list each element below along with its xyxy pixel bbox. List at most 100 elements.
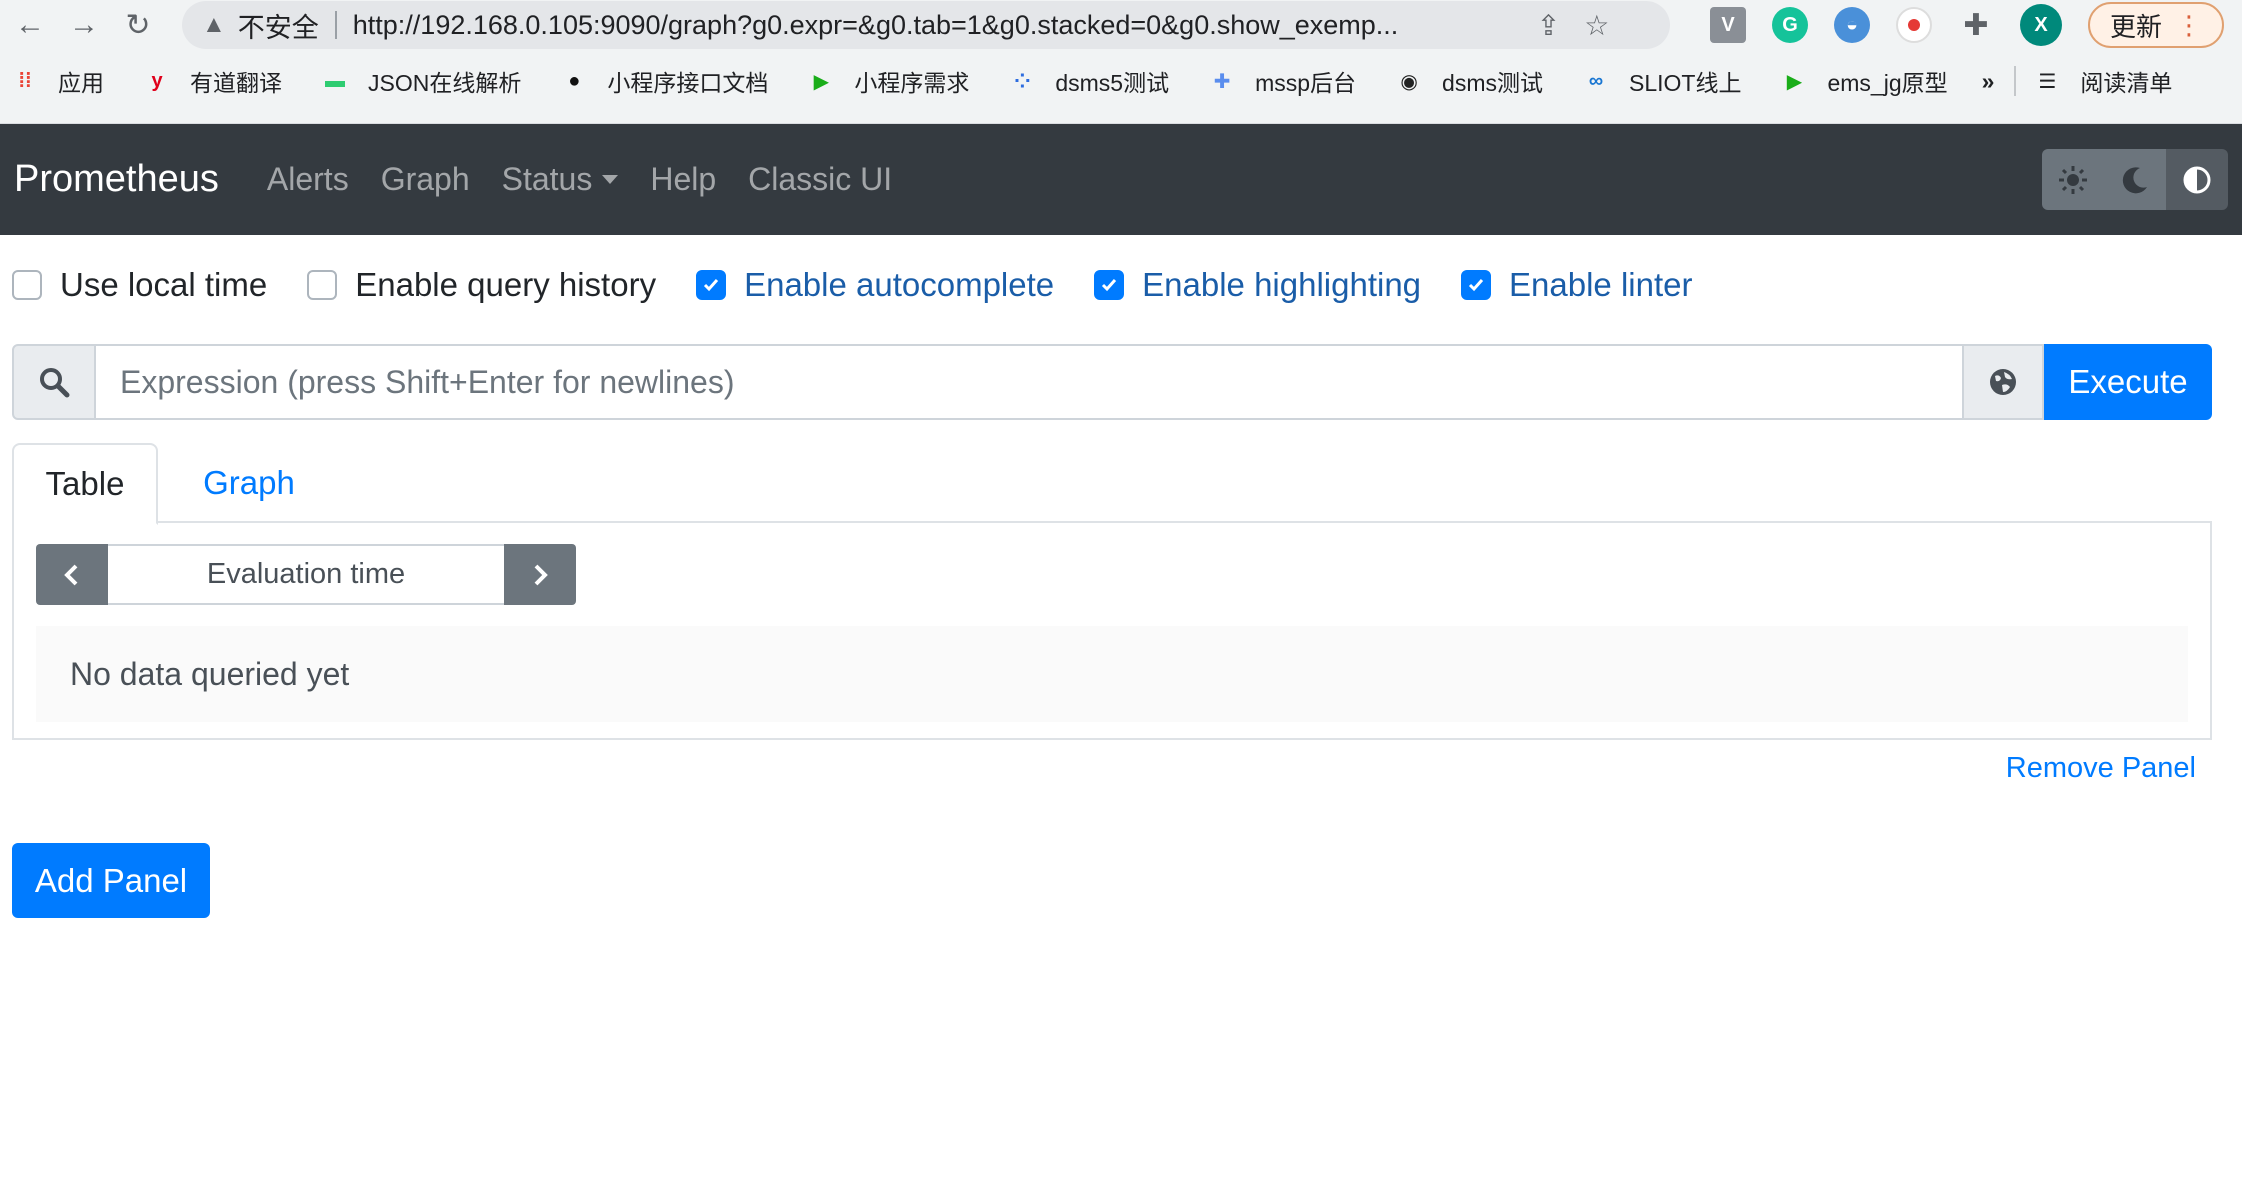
url-text[interactable]: http://192.168.0.105:9090/graph?g0.expr=… bbox=[353, 10, 1513, 41]
arrow-left-icon: ← bbox=[15, 8, 45, 41]
checkbox[interactable] bbox=[1461, 270, 1492, 300]
sun-icon bbox=[2059, 165, 2087, 194]
bookmark-label: mssp后台 bbox=[1255, 70, 1357, 96]
bookmark-item[interactable]: ⁘ dsms5测试 bbox=[1009, 64, 1169, 98]
execute-button[interactable]: Execute bbox=[2044, 344, 2212, 420]
star-icon[interactable]: ☆ bbox=[1584, 9, 1609, 42]
nav-status-dropdown[interactable]: Status bbox=[502, 161, 619, 198]
nav-link-help[interactable]: Help bbox=[650, 161, 716, 198]
expression-bar: Expression (press Shift+Enter for newlin… bbox=[12, 344, 2212, 420]
tab-graph[interactable]: Graph bbox=[158, 443, 340, 523]
bookmarks-more-button[interactable]: » bbox=[1982, 68, 1995, 95]
metrics-explorer-button[interactable] bbox=[1962, 344, 2044, 420]
evaluation-time-input[interactable]: Evaluation time bbox=[108, 544, 504, 605]
vue-devtools-icon[interactable]: V bbox=[1710, 7, 1746, 43]
reload-icon: ↻ bbox=[125, 8, 151, 42]
add-panel-button[interactable]: Add Panel bbox=[12, 843, 210, 918]
share-icon[interactable]: ⇪ bbox=[1537, 9, 1560, 42]
puzzle-icon[interactable]: ✚ bbox=[1958, 7, 1994, 43]
bookmark-item[interactable]: ⁞⁞ 应用 bbox=[12, 64, 104, 98]
record-icon[interactable] bbox=[1896, 7, 1932, 43]
security-label: 不安全 bbox=[237, 12, 319, 43]
option-enable-highlighting[interactable]: Enable highlighting bbox=[1094, 266, 1421, 304]
bookmark-label: SLIOT线上 bbox=[1629, 70, 1742, 96]
option-use-local-time[interactable]: Use local time bbox=[12, 266, 267, 304]
divider bbox=[2014, 66, 2017, 96]
update-button[interactable]: 更新 ⋮ bbox=[2088, 2, 2225, 48]
nav-link-alerts[interactable]: Alerts bbox=[267, 161, 349, 198]
divider bbox=[334, 11, 337, 39]
bookmark-item[interactable]: ▬ JSON在线解析 bbox=[322, 64, 521, 98]
tab-table[interactable]: Table bbox=[12, 443, 158, 525]
youdao-icon: y bbox=[151, 69, 163, 92]
avatar[interactable]: X bbox=[2020, 4, 2062, 46]
checkbox[interactable] bbox=[12, 270, 42, 300]
bookmark-item[interactable]: ▶ ems_jg原型 bbox=[1781, 64, 1948, 98]
chevron-left-icon bbox=[64, 564, 78, 585]
option-enable-linter[interactable]: Enable linter bbox=[1461, 266, 1692, 304]
bookmark-item[interactable]: ✚ mssp后台 bbox=[1209, 64, 1356, 98]
apps-grid-icon: ⁞⁞ bbox=[18, 69, 32, 92]
option-label: Enable autocomplete bbox=[744, 266, 1055, 303]
next-time-button[interactable] bbox=[504, 544, 576, 605]
dots-icon: ⁘ bbox=[1013, 70, 1031, 93]
check-icon bbox=[1468, 279, 1484, 292]
remove-panel-link[interactable]: Remove Panel bbox=[2006, 752, 2196, 785]
bookmark-item[interactable]: ∞ SLIOT线上 bbox=[1583, 64, 1742, 98]
bookmark-label: JSON在线解析 bbox=[368, 70, 522, 96]
extension-bowl-icon[interactable]: ◒ bbox=[1834, 7, 1870, 43]
option-label: Enable highlighting bbox=[1142, 266, 1422, 303]
chevron-right-icon bbox=[534, 564, 548, 585]
address-bar[interactable]: ▲ 不安全 http://192.168.0.105:9090/graph?g0… bbox=[182, 1, 1670, 49]
warning-icon: ▲ bbox=[202, 11, 226, 38]
bookmark-item[interactable]: y 有道翻译 bbox=[144, 64, 282, 98]
caret-down-icon bbox=[602, 175, 619, 184]
page: ← → ↻ ▲ 不安全 http://192.168.0.105:9090/gr… bbox=[0, 0, 2242, 1198]
cloud-link-icon: ∞ bbox=[1588, 69, 1604, 92]
bookmarks-bar: ⁞⁞ 应用 y 有道翻译 ▬ JSON在线解析 ● 小程序接口文档 ▶ 小程序需求 ⁘ dsms5测试… bbox=[0, 50, 2242, 112]
bookmark-label: 有道翻译 bbox=[190, 70, 282, 96]
bookmark-item[interactable]: ▶ 小程序需求 bbox=[808, 64, 970, 98]
plus-page-icon: ✚ bbox=[1213, 70, 1231, 93]
bookmark-item[interactable]: ● 小程序接口文档 bbox=[561, 64, 768, 98]
bookmark-label: ems_jg原型 bbox=[1827, 70, 1948, 96]
checkbox[interactable] bbox=[307, 270, 338, 300]
check-icon bbox=[704, 279, 719, 292]
forward-button[interactable]: → bbox=[62, 3, 106, 47]
bookmark-label: 小程序接口文档 bbox=[607, 70, 769, 96]
extensions-bar: V G ◒ ✚ X 更新 ⋮ bbox=[1710, 2, 2225, 48]
half-circle-icon bbox=[2183, 166, 2211, 193]
reading-list-label: 阅读清单 bbox=[2080, 70, 2173, 96]
bookmark-label: dsms测试 bbox=[1442, 70, 1543, 96]
grammarly-icon[interactable]: G bbox=[1772, 7, 1808, 43]
play-icon: ▶ bbox=[813, 70, 830, 93]
checkbox[interactable] bbox=[696, 270, 727, 300]
previous-time-button[interactable] bbox=[36, 544, 108, 605]
option-enable-query-history[interactable]: Enable query history bbox=[307, 266, 656, 304]
dark-theme-button[interactable] bbox=[2104, 149, 2166, 210]
auto-theme-button[interactable] bbox=[2166, 149, 2228, 210]
brand-link[interactable]: Prometheus bbox=[14, 158, 219, 201]
reload-button[interactable]: ↻ bbox=[116, 3, 160, 47]
option-label: Enable query history bbox=[355, 266, 657, 303]
table-panel: Evaluation time No data queried yet bbox=[12, 522, 2212, 740]
update-label: 更新 bbox=[2110, 11, 2163, 42]
search-icon bbox=[12, 344, 96, 420]
nav-link-status: Status bbox=[501, 161, 593, 197]
moon-icon bbox=[2122, 166, 2147, 193]
bookmark-label: 小程序需求 bbox=[854, 70, 970, 96]
arrow-right-icon: → bbox=[69, 8, 99, 41]
theme-toggle-group bbox=[2042, 149, 2228, 210]
reading-list-button[interactable]: ☰ 阅读清单 bbox=[2034, 64, 2172, 98]
option-label: Use local time bbox=[60, 266, 268, 303]
feather-icon: ● bbox=[568, 69, 581, 92]
light-theme-button[interactable] bbox=[2042, 149, 2104, 210]
expression-input[interactable]: Expression (press Shift+Enter for newlin… bbox=[96, 344, 1962, 420]
nav-link-graph[interactable]: Graph bbox=[381, 161, 470, 198]
play-icon: ▶ bbox=[1786, 70, 1803, 93]
bookmark-item[interactable]: ◉ dsms测试 bbox=[1396, 64, 1543, 98]
checkbox[interactable] bbox=[1094, 270, 1125, 300]
nav-link-classic-ui[interactable]: Classic UI bbox=[748, 161, 892, 198]
back-button[interactable]: ← bbox=[8, 3, 52, 47]
option-enable-autocomplete[interactable]: Enable autocomplete bbox=[696, 266, 1054, 304]
